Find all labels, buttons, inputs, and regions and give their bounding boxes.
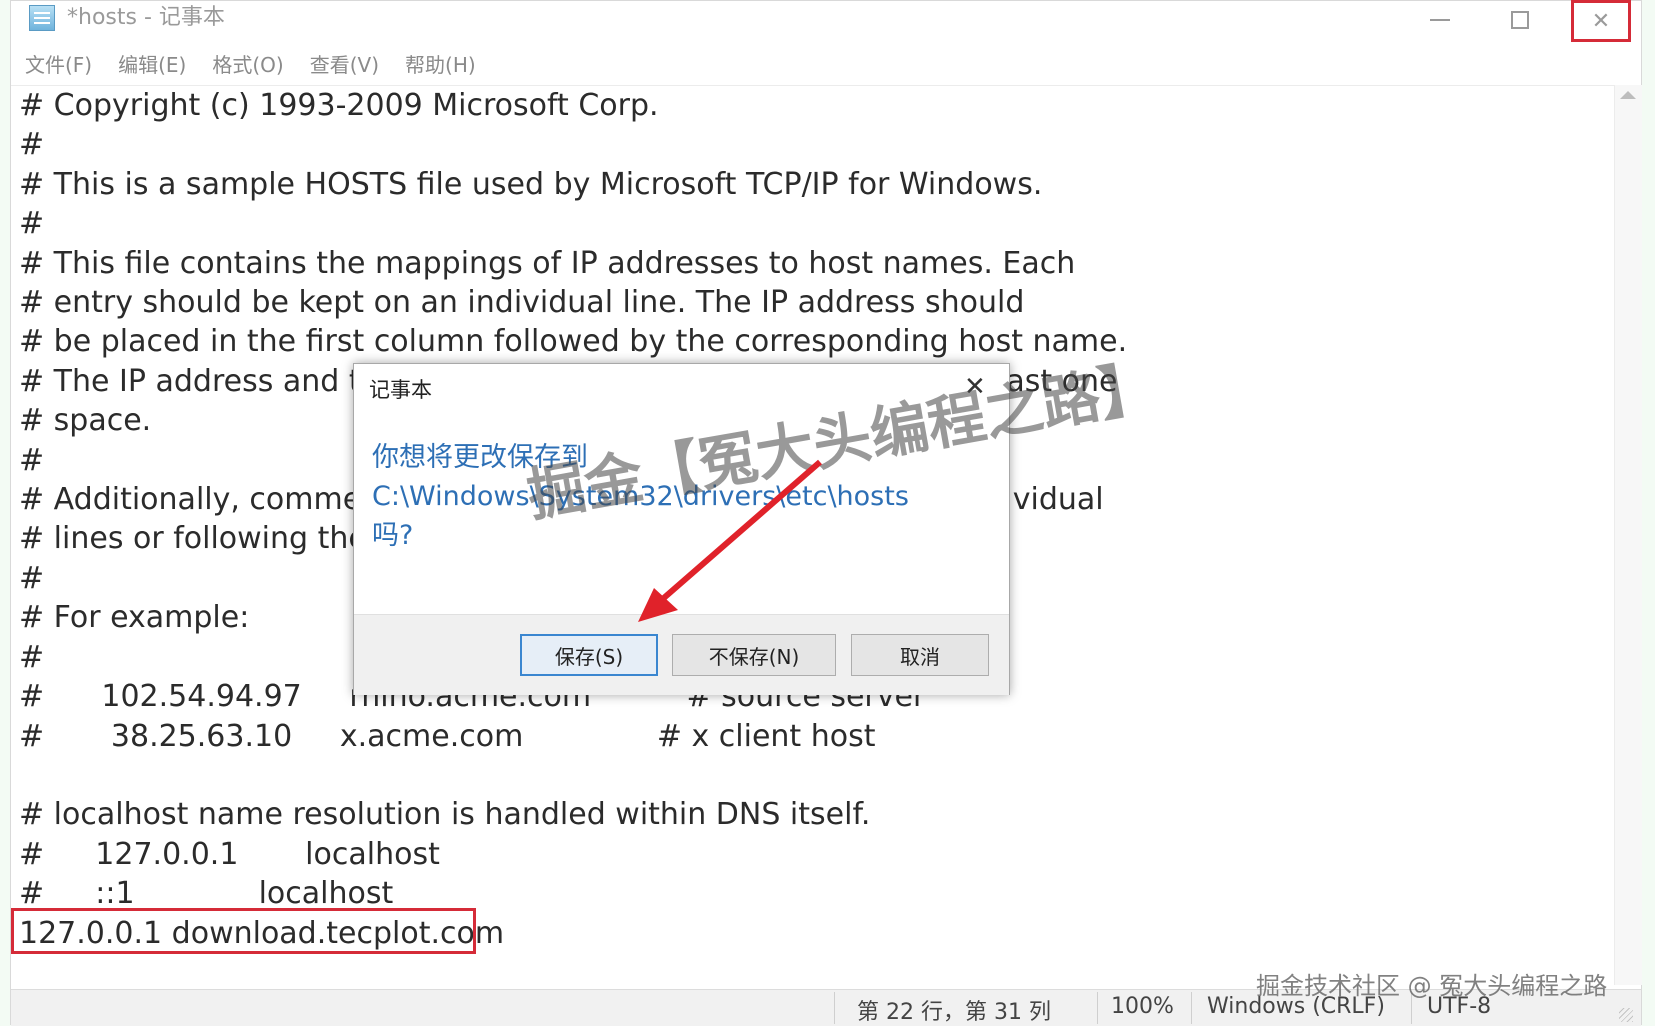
close-button[interactable]: ✕ xyxy=(1571,0,1631,42)
editor-line: # entry should be kept on an individual … xyxy=(19,285,1025,321)
editor-line: # xyxy=(19,127,45,163)
resize-grip-icon[interactable] xyxy=(1619,1008,1633,1022)
notepad-icon xyxy=(29,5,55,31)
dont-save-button[interactable]: 不保存(N) xyxy=(672,634,836,676)
close-icon: ✕ xyxy=(1591,8,1611,34)
window-title: *hosts - 记事本 xyxy=(67,5,225,30)
save-button[interactable]: 保存(S) xyxy=(520,634,658,676)
editor-line: # For example: xyxy=(19,600,250,636)
menu-bar: 文件(F) 编辑(E) 格式(O) 查看(V) 帮助(H) xyxy=(11,45,1641,81)
editor-line: # xyxy=(19,442,45,478)
dialog-title: 记事本 xyxy=(369,378,432,402)
status-divider xyxy=(834,992,835,1024)
status-divider xyxy=(1097,992,1098,1024)
editor-line: # space. xyxy=(19,403,152,439)
watermark-bottom: 掘金技术社区 @ 冤大头编程之路 xyxy=(1256,972,1608,1000)
maximize-button[interactable] xyxy=(1489,1,1551,39)
menu-help[interactable]: 帮助(H) xyxy=(405,49,476,78)
maximize-icon xyxy=(1511,11,1529,29)
new-entry-highlight xyxy=(11,908,476,954)
minimize-icon xyxy=(1430,19,1450,21)
editor-line: # This is a sample HOSTS file used by Mi… xyxy=(19,166,1043,202)
scroll-up-icon[interactable] xyxy=(1620,91,1636,99)
editor-line: # be placed in the first column followed… xyxy=(19,324,1128,360)
editor-line: # xyxy=(19,639,45,675)
menu-edit[interactable]: 编辑(E) xyxy=(118,49,186,78)
menu-file[interactable]: 文件(F) xyxy=(25,49,92,78)
menu-format[interactable]: 格式(O) xyxy=(212,49,283,78)
status-zoom: 100% xyxy=(1111,994,1174,1019)
editor-line: # Copyright (c) 1993-2009 Microsoft Corp… xyxy=(19,88,659,123)
editor-line: # xyxy=(19,206,45,242)
minimize-button[interactable] xyxy=(1409,1,1471,39)
editor-line: # 38.25.63.10 x.acme.com # x client host xyxy=(19,718,876,754)
editor-line: # 127.0.0.1 localhost xyxy=(19,836,440,872)
status-position: 第 22 行，第 31 列 xyxy=(857,1000,1051,1025)
title-bar: *hosts - 记事本 ✕ xyxy=(11,0,1641,42)
editor-line: # xyxy=(19,560,45,596)
red-arrow-icon xyxy=(638,459,822,622)
editor-line: # This file contains the mappings of IP … xyxy=(19,245,1076,281)
vertical-scrollbar[interactable] xyxy=(1614,85,1642,985)
menu-view[interactable]: 查看(V) xyxy=(310,49,379,78)
status-divider xyxy=(1191,992,1192,1024)
editor-line: # ::1 localhost xyxy=(19,876,394,912)
editor-line: # localhost name resolution is handled w… xyxy=(19,797,871,833)
cancel-button[interactable]: 取消 xyxy=(851,634,989,676)
